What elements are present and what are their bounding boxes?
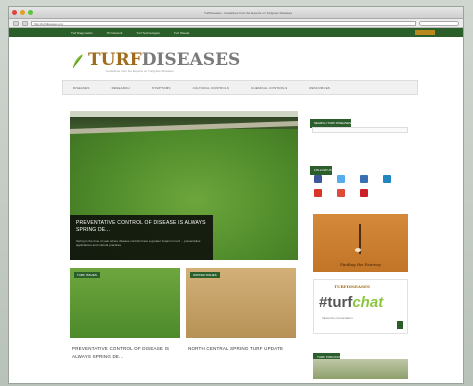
youtube-icon[interactable] bbox=[314, 189, 322, 197]
sidebar-search-input[interactable] bbox=[312, 127, 408, 133]
leaf-logo-icon bbox=[72, 54, 83, 69]
flickr-icon[interactable] bbox=[360, 175, 368, 183]
window-title: TurfDiseases - Guidelines from the Exper… bbox=[204, 10, 292, 15]
pinterest-icon[interactable] bbox=[360, 189, 368, 197]
post-category-tag[interactable]: TURF ISSUES bbox=[74, 272, 100, 278]
post-category-tag[interactable]: WINTER ISSUES bbox=[190, 272, 220, 278]
topnav-action-button[interactable] bbox=[415, 30, 435, 35]
forward-button[interactable] bbox=[22, 20, 28, 26]
topnav-item-network[interactable]: TD Network bbox=[107, 31, 123, 35]
title-bar: TurfDiseases - Guidelines from the Exper… bbox=[9, 7, 463, 19]
post-card-image[interactable]: TURF ISSUES bbox=[70, 268, 180, 338]
zoom-window-button[interactable] bbox=[28, 10, 33, 15]
url-toolbar: http://turfdiseases.org bbox=[9, 19, 463, 28]
podcast-player[interactable] bbox=[313, 359, 408, 379]
post-card-title[interactable]: PREVENTATIVE CONTROL OF DISEASE IS ALWAY… bbox=[72, 345, 182, 361]
nav-item-diseases[interactable]: DISEASES bbox=[73, 86, 90, 90]
logo-diseases-text: DISEASES bbox=[141, 50, 241, 70]
sky-strip bbox=[70, 111, 298, 117]
golf-ball bbox=[355, 248, 361, 252]
linkedin-icon[interactable] bbox=[383, 175, 391, 183]
browser-search-field[interactable] bbox=[419, 20, 459, 26]
twitter-icon[interactable] bbox=[337, 175, 345, 183]
facebook-icon[interactable] bbox=[314, 175, 322, 183]
turfchat-logo-text: TURFDISEASES bbox=[334, 284, 370, 289]
close-window-button[interactable] bbox=[12, 10, 17, 15]
turfchat-subtext: follow the conversation bbox=[322, 316, 353, 320]
nav-item-cultural-controls[interactable]: CULTURAL CONTROLS bbox=[193, 86, 229, 90]
logo-turf-text: TURF bbox=[88, 50, 142, 70]
main-nav: DISEASES RESEARCH SYMPTOMS CULTURAL CONT… bbox=[62, 80, 418, 95]
site-tagline: Guidelines from the Experts on Turfgrass… bbox=[106, 69, 174, 73]
featured-caption[interactable]: PREVENTATIVE CONTROL OF DISEASE IS ALWAY… bbox=[70, 215, 213, 260]
ad-caption: Finding the Fairway bbox=[340, 262, 381, 267]
badge-icon bbox=[397, 321, 403, 329]
back-button[interactable] bbox=[13, 20, 19, 26]
topnav-item-diagnostics[interactable]: Turf Diagnostics bbox=[71, 31, 93, 35]
nav-item-chemical-controls[interactable]: CHEMICAL CONTROLS bbox=[251, 86, 287, 90]
turfchat-hashtag: #turfchat bbox=[319, 294, 384, 311]
site-header: TURFDISEASES Guidelines from the Experts… bbox=[8, 36, 464, 86]
follow-widget: FOLLOW US bbox=[310, 158, 332, 176]
post-card-image[interactable]: WINTER ISSUES bbox=[186, 268, 296, 338]
topnav-item-technologies[interactable]: Turf Technologies bbox=[136, 31, 160, 35]
site-logo[interactable]: TURFDISEASES bbox=[88, 50, 240, 70]
post-card-title[interactable]: NORTH CENTRAL SPRING TURF UPDATE bbox=[188, 345, 298, 353]
nav-item-research[interactable]: RESEARCH bbox=[112, 86, 130, 90]
turfchat-ad[interactable]: TURFDISEASES #turfchat follow the conver… bbox=[313, 279, 408, 334]
featured-title[interactable]: PREVENTATIVE CONTROL OF DISEASE IS ALWAY… bbox=[76, 220, 207, 234]
minimize-window-button[interactable] bbox=[20, 10, 25, 15]
googleplus-icon[interactable] bbox=[337, 189, 345, 197]
follow-widget-label: FOLLOW US bbox=[310, 166, 332, 175]
featured-excerpt: Spring is the time of year where disease… bbox=[76, 239, 201, 247]
nav-item-resources[interactable]: RESOURCES bbox=[309, 86, 330, 90]
finding-the-fairway-ad[interactable]: Finding the Fairway bbox=[313, 214, 408, 272]
social-icons bbox=[314, 175, 404, 197]
address-bar[interactable]: http://turfdiseases.org bbox=[31, 20, 416, 26]
topnav-item-weeds[interactable]: Turf Weeds bbox=[174, 31, 189, 35]
nav-item-symptoms[interactable]: SYMPTOMS bbox=[152, 86, 171, 90]
screenshot-frame: TurfDiseases - Guidelines from the Exper… bbox=[0, 0, 473, 386]
